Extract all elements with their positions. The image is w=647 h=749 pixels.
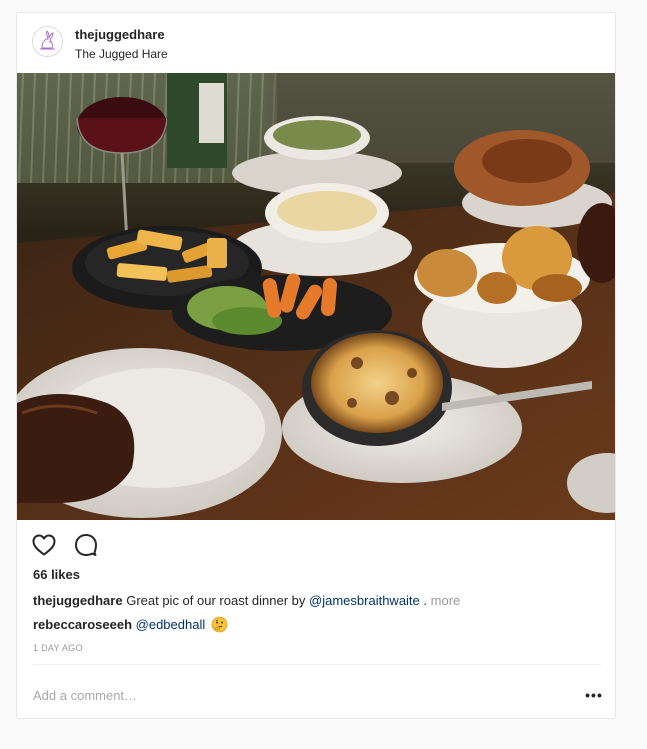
caption-suffix: . — [423, 593, 428, 608]
like-button[interactable] — [31, 532, 57, 558]
post-photo[interactable] — [17, 73, 615, 520]
likes-count[interactable]: 66 likes — [33, 567, 80, 582]
comment-button[interactable] — [73, 532, 99, 558]
more-options-icon: ••• — [585, 687, 603, 703]
heart-icon — [32, 534, 56, 556]
caption-mention[interactable]: @jamesbraithwaite — [309, 593, 420, 608]
thinking-face-emoji — [211, 616, 228, 638]
post-username[interactable]: thejuggedhare — [75, 27, 168, 43]
post-card: thejuggedhare The Jugged Hare 66 likes t… — [16, 12, 616, 719]
post-header: thejuggedhare The Jugged Hare — [17, 13, 615, 73]
comment-divider — [33, 664, 601, 665]
comment-mention[interactable]: @edbedhall — [136, 617, 206, 632]
comment-bubble-icon — [75, 534, 97, 556]
more-options-button[interactable]: ••• — [583, 685, 605, 705]
caption-text: Great pic of our roast dinner by — [126, 593, 306, 608]
roast-dinner-photo — [17, 73, 615, 520]
more-link[interactable]: more — [431, 593, 461, 608]
post-caption: thejuggedhare Great pic of our roast din… — [33, 592, 603, 610]
comment-item: rebeccaroseeeh @edbedhall — [33, 616, 603, 638]
hare-logo-icon — [40, 30, 55, 50]
post-location[interactable]: The Jugged Hare — [75, 46, 168, 62]
post-actions — [31, 530, 99, 560]
avatar[interactable] — [32, 26, 63, 57]
comment-input[interactable] — [33, 681, 553, 709]
post-timestamp[interactable]: 1 DAY AGO — [33, 643, 83, 653]
caption-username[interactable]: thejuggedhare — [33, 593, 123, 608]
comment-username[interactable]: rebeccaroseeeh — [33, 617, 132, 632]
